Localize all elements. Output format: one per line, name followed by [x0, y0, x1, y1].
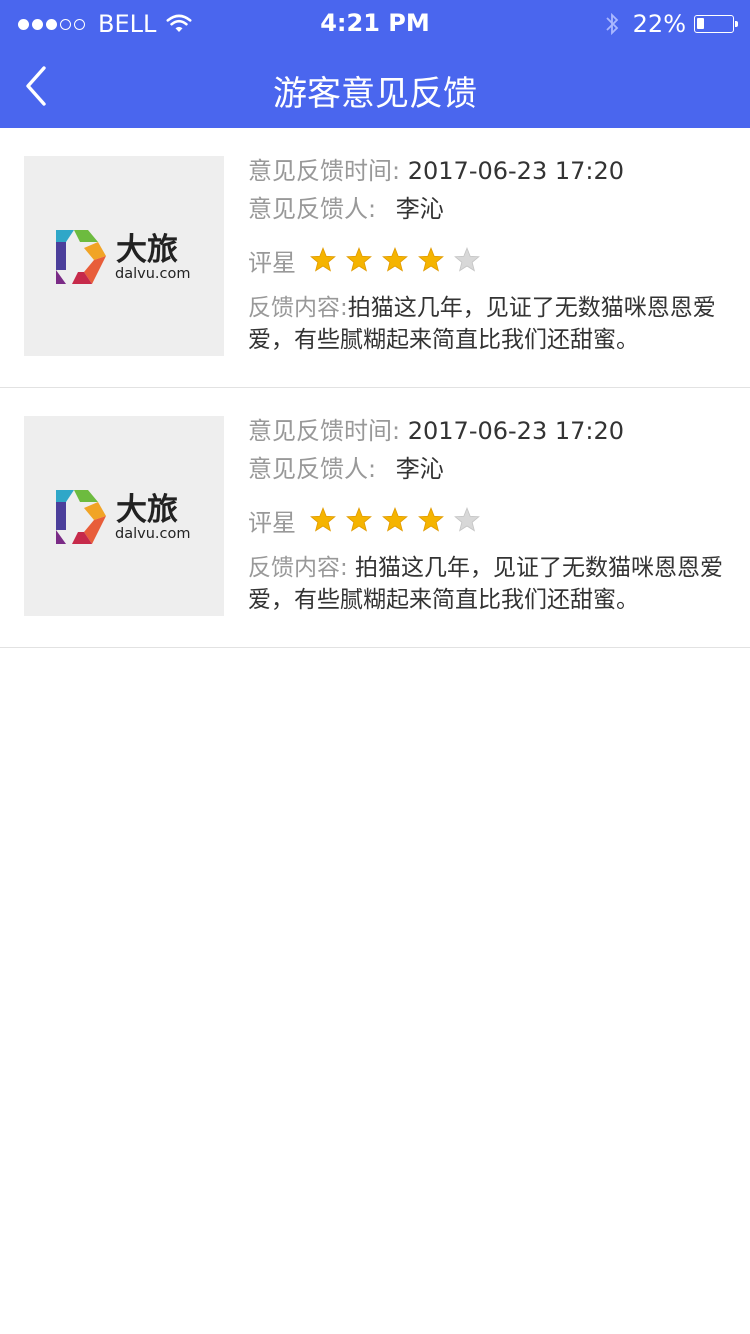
- battery-icon: [694, 15, 738, 33]
- star-filled-icon: [418, 507, 444, 532]
- star-filled-icon: [346, 247, 372, 272]
- time-value: 2017-06-23 17:20: [407, 157, 625, 185]
- header: BELL 4:21 PM 22% 游客意见反馈: [0, 0, 750, 128]
- star-filled-icon: [310, 247, 336, 272]
- status-bar: BELL 4:21 PM 22%: [0, 0, 750, 48]
- battery-percent: 22%: [632, 10, 686, 38]
- page-title: 游客意见反馈: [273, 74, 477, 114]
- star-rating: [310, 247, 490, 273]
- dalvu-logo: 大旅 dalvu.com: [56, 230, 190, 284]
- star-filled-icon: [418, 247, 444, 272]
- star-rating: [310, 507, 490, 533]
- person-row: 意见反馈人: 李沁: [248, 450, 738, 488]
- rating-label: 评星: [248, 508, 296, 537]
- thumbnail: 大旅 dalvu.com: [24, 156, 224, 356]
- svg-text:dalvu.com: dalvu.com: [115, 526, 190, 542]
- star-filled-icon: [346, 507, 372, 532]
- content-label: 反馈内容:: [248, 295, 348, 321]
- content-row: 反馈内容:拍猫这几年，见证了无数猫咪恩恩爱爱，有些腻糊起来简直比我们还甜蜜。: [248, 292, 728, 356]
- svg-text:大旅: 大旅: [116, 232, 178, 268]
- star-filled-icon: [310, 507, 336, 532]
- time-value: 2017-06-23 17:20: [407, 417, 625, 445]
- content-row: 反馈内容: 拍猫这几年，见证了无数猫咪恩恩爱爱，有些腻糊起来简直比我们还甜蜜。: [248, 552, 728, 616]
- rating-row: 评星: [248, 500, 738, 540]
- person-row: 意见反馈人: 李沁: [248, 190, 738, 228]
- feedback-item[interactable]: 大旅 dalvu.com 意见反馈时间: 2017-06-23 17:20 意见…: [0, 388, 750, 648]
- thumbnail: 大旅 dalvu.com: [24, 416, 224, 616]
- bluetooth-icon: [606, 12, 618, 36]
- rating-row: 评星: [248, 240, 738, 280]
- svg-text:dalvu.com: dalvu.com: [115, 266, 190, 282]
- time-row: 意见反馈时间: 2017-06-23 17:20: [248, 152, 738, 190]
- dalvu-logo: 大旅 dalvu.com: [56, 490, 190, 544]
- person-label: 意见反馈人:: [248, 195, 377, 223]
- time-label: 意见反馈时间:: [248, 417, 401, 445]
- time-label: 意见反馈时间:: [248, 157, 401, 185]
- content-label: 反馈内容:: [248, 555, 348, 581]
- person-value: 李沁: [395, 455, 444, 483]
- person-value: 李沁: [395, 195, 444, 223]
- star-filled-icon: [382, 507, 408, 532]
- rating-label: 评星: [248, 248, 296, 277]
- svg-text:大旅: 大旅: [116, 492, 178, 528]
- star-empty-icon: [454, 247, 480, 272]
- star-filled-icon: [382, 247, 408, 272]
- time-row: 意见反馈时间: 2017-06-23 17:20: [248, 412, 738, 450]
- star-empty-icon: [454, 507, 480, 532]
- feedback-item[interactable]: 大旅 dalvu.com 意见反馈时间: 2017-06-23 17:20 意见…: [0, 128, 750, 388]
- nav-bar: 游客意见反馈: [0, 48, 750, 128]
- person-label: 意见反馈人:: [248, 455, 377, 483]
- feedback-list: 大旅 dalvu.com 意见反馈时间: 2017-06-23 17:20 意见…: [0, 128, 750, 648]
